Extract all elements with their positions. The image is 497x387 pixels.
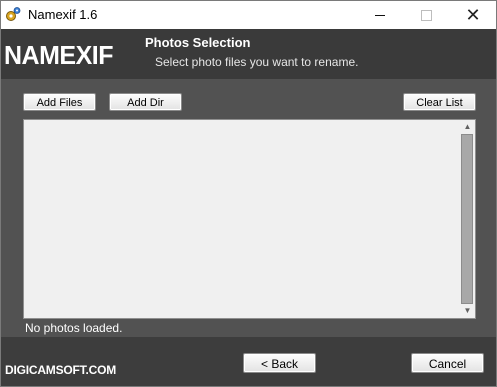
- step-title: Photos Selection: [145, 35, 251, 50]
- app-window: Namexif 1.6 ✕ NAMEXIF Photos Selection S…: [0, 0, 497, 387]
- company-link[interactable]: DIGICAMSOFT.COM: [5, 363, 116, 377]
- app-icon: [6, 7, 21, 21]
- window-title: Namexif 1.6: [28, 7, 98, 22]
- cancel-button[interactable]: Cancel: [411, 353, 484, 373]
- app-logo: NAMEXIF: [4, 40, 113, 70]
- scroll-up-icon[interactable]: ▲: [460, 120, 475, 134]
- maximize-icon: [420, 9, 432, 21]
- clear-list-button[interactable]: Clear List: [403, 93, 476, 111]
- close-button[interactable]: ✕: [450, 1, 496, 29]
- maximize-button[interactable]: [403, 1, 449, 29]
- status-text: No photos loaded.: [25, 321, 123, 335]
- step-subtitle: Select photo files you want to rename.: [155, 55, 359, 69]
- add-dir-button[interactable]: Add Dir: [109, 93, 182, 111]
- minimize-icon: [375, 14, 385, 16]
- add-files-button[interactable]: Add Files: [23, 93, 96, 111]
- scroll-down-icon[interactable]: ▼: [460, 304, 475, 318]
- wizard-footer: DIGICAMSOFT.COM < Back Cancel: [1, 337, 496, 386]
- close-icon: ✕: [465, 5, 481, 25]
- title-bar[interactable]: Namexif 1.6 ✕: [1, 1, 496, 29]
- wizard-header: NAMEXIF Photos Selection Select photo fi…: [1, 29, 496, 79]
- back-button[interactable]: < Back: [243, 353, 316, 373]
- vertical-scrollbar[interactable]: ▲ ▼: [460, 120, 475, 318]
- photo-selection-panel: Add Files Add Dir Clear List ▲ ▼ No phot…: [1, 79, 496, 337]
- scrollbar-thumb[interactable]: [461, 134, 473, 304]
- photo-list[interactable]: ▲ ▼: [23, 119, 476, 319]
- minimize-button[interactable]: [357, 1, 403, 29]
